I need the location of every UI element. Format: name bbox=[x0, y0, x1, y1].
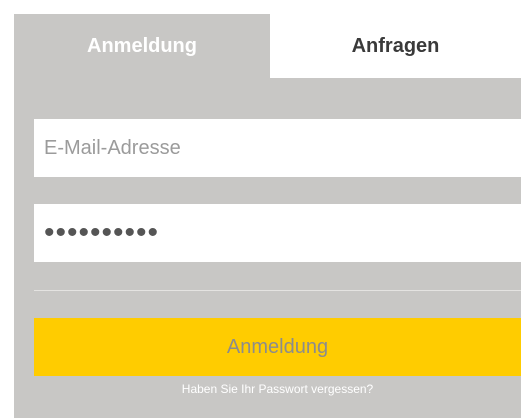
login-card: Anmeldung Anfragen Anmeldung Haben Sie I… bbox=[14, 14, 521, 418]
divider bbox=[34, 290, 521, 291]
tab-requests[interactable]: Anfragen bbox=[270, 14, 521, 78]
email-field[interactable] bbox=[34, 119, 521, 177]
login-button[interactable]: Anmeldung bbox=[34, 318, 521, 376]
login-panel: Anmeldung Haben Sie Ihr Passwort vergess… bbox=[14, 78, 521, 418]
password-field[interactable] bbox=[34, 204, 521, 262]
tab-login[interactable]: Anmeldung bbox=[14, 14, 270, 78]
tab-bar: Anmeldung Anfragen bbox=[14, 14, 521, 78]
forgot-password-link[interactable]: Haben Sie Ihr Passwort vergessen? bbox=[34, 382, 521, 396]
